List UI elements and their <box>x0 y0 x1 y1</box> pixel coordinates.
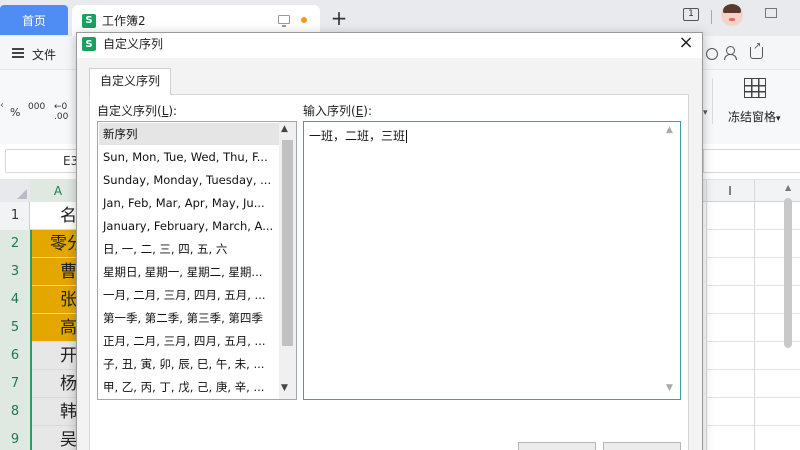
dialog-title: 自定义序列 <box>103 37 164 51</box>
window-count-badge[interactable]: 1 <box>683 8 699 21</box>
row-header[interactable]: 2 <box>0 230 30 258</box>
input-list-value: 一班，二班，三班 <box>309 127 408 144</box>
list-item[interactable]: 甲, 乙, 丙, 丁, 戊, 己, 庚, 辛, ... <box>99 376 279 398</box>
dialog-button[interactable] <box>603 442 681 450</box>
new-tab-button[interactable]: + <box>330 8 348 28</box>
input-list-label-suffix: ): <box>363 104 373 118</box>
scroll-down-icon[interactable]: ▼ <box>281 383 288 393</box>
list-item[interactable]: 子, 丑, 寅, 卯, 辰, 巳, 午, 未, ... <box>99 353 279 375</box>
scroll-up-icon[interactable]: ▲ <box>666 125 673 135</box>
settings-icon[interactable] <box>706 48 718 60</box>
row-header[interactable]: 5 <box>0 314 30 342</box>
list-item[interactable]: 第一季, 第二季, 第三季, 第四季 <box>99 307 279 329</box>
scroll-up-icon[interactable]: ▲ <box>785 183 791 192</box>
spreadsheet-icon: S <box>82 37 96 51</box>
decimal-increase-label: ←0 <box>54 102 68 112</box>
divider <box>711 10 712 24</box>
dialog-button[interactable] <box>518 442 596 450</box>
freeze-panes-icon[interactable] <box>744 78 766 98</box>
custom-list-listbox[interactable]: 新序列 Sun, Mon, Tue, Wed, Thu, F... Sunday, … <box>97 121 297 400</box>
list-item[interactable]: Sunday, Monday, Tuesday, ... <box>99 169 279 191</box>
input-list-textarea[interactable] <box>303 121 681 400</box>
custom-list-label: 自定义序列(L): <box>97 102 177 119</box>
scrollbar-thumb[interactable] <box>282 140 293 346</box>
list-item[interactable]: 星期日, 星期一, 星期二, 星期... <box>99 261 279 283</box>
freeze-panes-label: 冻结窗格 <box>728 110 777 124</box>
row-header[interactable]: 3 <box>0 258 30 286</box>
spreadsheet-icon: S <box>82 13 96 28</box>
grid-line <box>706 369 800 370</box>
grid-line <box>754 180 755 450</box>
decimal-format-button[interactable]: ←0 .00 <box>54 102 68 122</box>
decimal-decrease-label: .00 <box>54 112 69 122</box>
add-user-icon[interactable] <box>724 46 737 60</box>
avatar[interactable] <box>721 4 743 26</box>
column-header-i[interactable]: I <box>706 180 754 202</box>
list-item[interactable]: 正月, 二月, 三月, 四月, 五月, ... <box>99 330 279 352</box>
divider <box>712 78 713 124</box>
grid-line <box>706 180 707 450</box>
list-item[interactable]: 新序列 <box>99 123 279 145</box>
grid-line <box>706 425 800 426</box>
formula-input[interactable] <box>703 149 800 173</box>
custom-list-label-suffix: ): <box>168 104 178 118</box>
name-box[interactable]: E3 <box>5 149 81 173</box>
row-header[interactable]: 4 <box>0 286 30 314</box>
custom-list-label-text: 自定义序列( <box>97 104 162 118</box>
list-item[interactable]: Jan, Feb, Mar, Apr, May, Ju... <box>99 192 279 214</box>
grid-line <box>706 397 800 398</box>
row-header[interactable]: 8 <box>0 398 30 426</box>
vertical-scrollbar[interactable] <box>784 198 792 348</box>
close-icon[interactable]: × <box>678 34 694 52</box>
text-caret <box>406 130 408 143</box>
list-item[interactable]: Sun, Mon, Tue, Wed, Thu, F... <box>99 146 279 168</box>
percent-format-button[interactable]: % <box>10 106 20 119</box>
unsaved-dot-icon <box>301 17 307 23</box>
input-list-text: 一班，二班，三班 <box>309 129 406 143</box>
chevron-down-icon: ▾ <box>776 114 781 124</box>
freeze-panes-button[interactable]: 冻结窗格▾ <box>728 108 781 125</box>
scroll-down-icon[interactable]: ▼ <box>666 383 673 393</box>
row-header[interactable]: 1 <box>0 202 30 230</box>
tab-workbook-title: 工作簿2 <box>102 14 146 28</box>
monitor-icon[interactable] <box>278 15 290 27</box>
tab-home[interactable]: 首页 <box>0 5 68 35</box>
tab-custom-list[interactable]: 自定义序列 <box>89 68 171 95</box>
input-list-label: 输入序列(E): <box>303 102 372 119</box>
restore-window-icon[interactable] <box>765 8 777 18</box>
row-header[interactable]: 9 <box>0 426 30 450</box>
scroll-up-icon[interactable]: ▲ <box>281 124 288 134</box>
chevron-left-icon[interactable]: ‹ <box>0 100 4 111</box>
menu-icon[interactable] <box>12 48 24 58</box>
input-list-label-text: 输入序列( <box>303 104 356 118</box>
thousands-format-button[interactable]: 000 <box>28 102 45 112</box>
share-icon[interactable] <box>750 41 763 59</box>
menu-file[interactable]: 文件 <box>32 46 56 63</box>
row-header[interactable]: 7 <box>0 370 30 398</box>
list-item[interactable]: 一月, 二月, 三月, 四月, 五月, ... <box>99 284 279 306</box>
row-header[interactable]: 6 <box>0 342 30 370</box>
list-item[interactable]: January, February, March, A... <box>99 215 279 237</box>
chevron-down-icon[interactable]: ▾ <box>703 108 708 118</box>
list-item[interactable]: 日, 一, 二, 三, 四, 五, 六 <box>99 238 279 260</box>
selection-border <box>30 230 32 450</box>
select-all-corner[interactable] <box>0 180 30 202</box>
